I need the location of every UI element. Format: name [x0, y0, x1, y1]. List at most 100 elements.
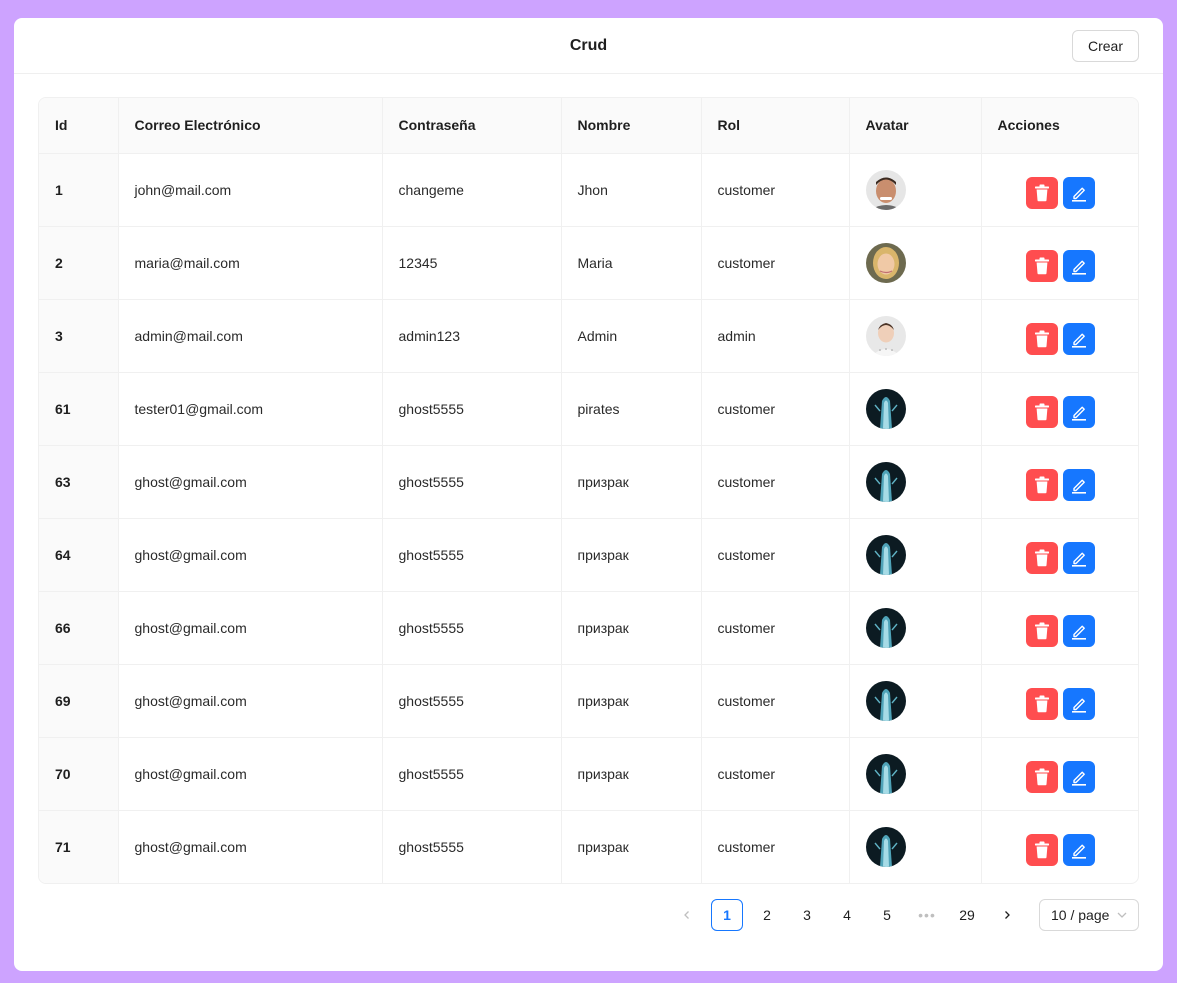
cell-email: john@mail.com — [118, 153, 383, 227]
cell-role: customer — [701, 226, 850, 300]
create-button[interactable]: Crear — [1072, 30, 1139, 62]
cell-id: 70 — [39, 737, 119, 811]
delete-button[interactable] — [1026, 176, 1059, 209]
cell-password: ghost5555 — [382, 737, 562, 811]
column-header-actions: Acciones — [981, 98, 1138, 154]
cell-name: призрак — [561, 737, 702, 811]
cell-email: ghost@gmail.com — [118, 518, 383, 592]
trash-icon — [1035, 841, 1050, 859]
avatar — [865, 607, 906, 648]
card-header: Crud Crear — [14, 18, 1163, 74]
delete-button[interactable] — [1026, 468, 1059, 501]
cell-email: ghost@gmail.com — [118, 445, 383, 519]
table-row: 63 ghost@gmail.com ghost5555 призрак cus… — [39, 445, 1138, 519]
edit-button[interactable] — [1063, 833, 1096, 866]
cell-id: 2 — [39, 226, 119, 300]
next-page-icon[interactable] — [991, 899, 1023, 931]
table-row: 66 ghost@gmail.com ghost5555 призрак cus… — [39, 591, 1138, 665]
avatar — [865, 169, 906, 210]
cell-email: admin@mail.com — [118, 299, 383, 373]
page-2-button[interactable]: 2 — [751, 899, 783, 931]
cell-actions — [981, 226, 1138, 300]
chevron-down-icon — [1117, 912, 1127, 918]
cell-name: Jhon — [561, 153, 702, 227]
cell-name: призрак — [561, 591, 702, 665]
table-row: 1 john@mail.com changeme Jhon customer — [39, 153, 1138, 227]
trash-icon — [1035, 768, 1050, 785]
cell-avatar — [849, 372, 982, 446]
page-3-button[interactable]: 3 — [791, 899, 823, 931]
delete-button[interactable] — [1026, 760, 1059, 793]
cell-password: ghost5555 — [382, 518, 562, 592]
edit-button[interactable] — [1063, 468, 1096, 501]
cell-password: ghost5555 — [382, 445, 562, 519]
delete-button[interactable] — [1026, 833, 1059, 866]
column-header-name: Nombre — [561, 98, 702, 154]
table-header-row: Id Correo Electrónico Contraseña Nombre … — [39, 98, 1138, 154]
edit-icon — [1072, 260, 1087, 275]
cell-role: customer — [701, 153, 850, 227]
edit-icon — [1072, 479, 1087, 494]
ellipsis-more-pages[interactable]: ••• — [911, 899, 943, 931]
prev-page-icon[interactable] — [671, 899, 703, 931]
cell-avatar — [849, 153, 982, 227]
column-header-id: Id — [39, 98, 119, 154]
edit-icon — [1072, 771, 1087, 786]
edit-button[interactable] — [1063, 687, 1096, 720]
cell-actions — [981, 810, 1138, 883]
table-row: 70 ghost@gmail.com ghost5555 призрак cus… — [39, 737, 1138, 811]
trash-icon — [1035, 257, 1050, 274]
page-title: Crud — [569, 36, 608, 54]
edit-icon — [1072, 406, 1087, 421]
crud-card: Crud Crear Id Correo Electrónico Contras… — [14, 18, 1163, 971]
column-header-role: Rol — [701, 98, 850, 154]
page-4-button[interactable]: 4 — [831, 899, 863, 931]
page-size-select[interactable]: 10 / page — [1039, 899, 1139, 931]
cell-name: Admin — [561, 299, 702, 373]
cell-role: customer — [701, 664, 850, 738]
delete-button[interactable] — [1026, 249, 1059, 282]
edit-icon — [1072, 698, 1087, 713]
cell-avatar — [849, 518, 982, 592]
edit-button[interactable] — [1063, 395, 1096, 428]
cell-email: tester01@gmail.com — [118, 372, 383, 446]
trash-icon — [1035, 403, 1050, 420]
table-row: 71 ghost@gmail.com ghost5555 призрак cus… — [39, 810, 1138, 883]
cell-password: ghost5555 — [382, 591, 562, 665]
cell-password: 12345 — [382, 226, 562, 300]
cell-email: ghost@gmail.com — [118, 737, 383, 811]
column-header-avatar: Avatar — [849, 98, 982, 154]
edit-button[interactable] — [1063, 541, 1096, 574]
cell-role: customer — [701, 372, 850, 446]
page-5-button[interactable]: 5 — [871, 899, 903, 931]
delete-button[interactable] — [1026, 322, 1059, 355]
delete-button[interactable] — [1026, 687, 1059, 720]
edit-button[interactable] — [1063, 176, 1096, 209]
cell-id: 64 — [39, 518, 119, 592]
edit-icon — [1072, 333, 1087, 348]
edit-button[interactable] — [1063, 322, 1096, 355]
cell-actions — [981, 591, 1138, 665]
cell-password: changeme — [382, 153, 562, 227]
edit-button[interactable] — [1063, 614, 1096, 647]
page-last-button[interactable]: 29 — [951, 899, 983, 931]
cell-id: 71 — [39, 810, 119, 883]
cell-avatar — [849, 445, 982, 519]
cell-role: customer — [701, 591, 850, 665]
cell-name: призрак — [561, 664, 702, 738]
cell-password: ghost5555 — [382, 810, 562, 883]
cell-email: ghost@gmail.com — [118, 664, 383, 738]
edit-button[interactable] — [1063, 249, 1096, 282]
delete-button[interactable] — [1026, 614, 1059, 647]
avatar — [865, 534, 906, 575]
cell-actions — [981, 664, 1138, 738]
page-1-button[interactable]: 1 — [711, 899, 743, 931]
avatar — [865, 753, 906, 794]
table-row: 64 ghost@gmail.com ghost5555 призрак cus… — [39, 518, 1138, 592]
avatar — [865, 680, 906, 721]
delete-button[interactable] — [1026, 395, 1059, 428]
delete-button[interactable] — [1026, 541, 1059, 574]
cell-avatar — [849, 226, 982, 300]
cell-role: customer — [701, 445, 850, 519]
edit-button[interactable] — [1063, 760, 1096, 793]
